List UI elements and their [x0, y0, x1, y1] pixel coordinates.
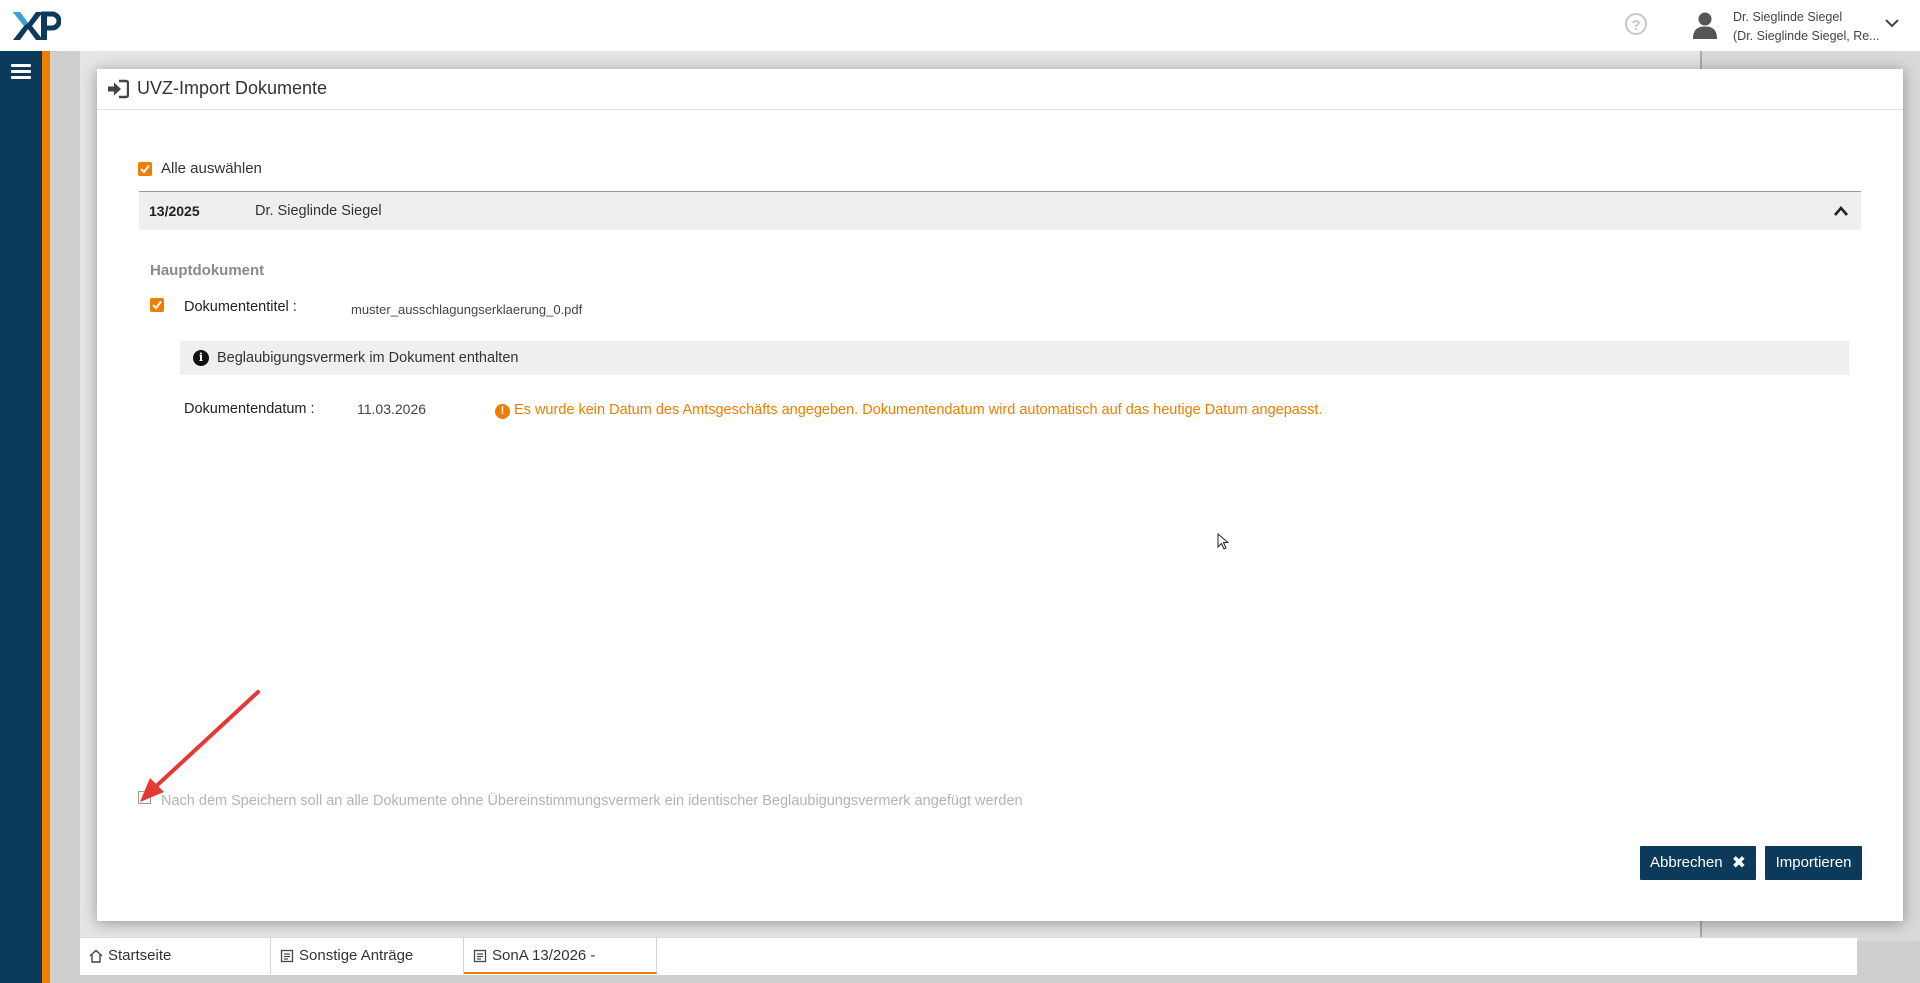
- tab-label: Sonstige Anträge: [299, 947, 414, 964]
- document-date-label: Dokumentendatum :: [184, 401, 315, 417]
- home-icon: [89, 949, 103, 963]
- select-all-checkbox[interactable]: [138, 162, 152, 176]
- document-group-header[interactable]: 13/2025 Dr. Sieglinde Siegel: [139, 191, 1861, 230]
- user-role: (Dr. Sieglinde Siegel, Re...: [1733, 29, 1880, 43]
- tab-label: Startseite: [108, 947, 172, 964]
- cancel-button-label: Abbrechen: [1650, 854, 1723, 871]
- info-notice: i Beglaubigungsvermerk im Dokument entha…: [180, 341, 1849, 375]
- group-name: Dr. Sieglinde Siegel: [255, 203, 382, 219]
- left-nav: [0, 51, 42, 983]
- close-icon: ✖: [1731, 853, 1746, 872]
- footer-checkbox-label: Nach dem Speichern soll an alle Dokument…: [161, 793, 1023, 809]
- warning-text: Es wurde kein Datum des Amtsgeschäfts an…: [514, 402, 1323, 418]
- user-name: Dr. Sieglinde Siegel: [1733, 10, 1843, 24]
- document-icon: [280, 949, 294, 963]
- top-bar: ? Dr. Sieglinde Siegel (Dr. Sieglinde Si…: [0, 0, 1920, 52]
- document-icon: [473, 949, 487, 963]
- check-icon: [140, 164, 150, 174]
- info-text: Beglaubigungsvermerk im Dokument enthalt…: [217, 350, 519, 366]
- tab-sonstige-antraege[interactable]: Sonstige Anträge: [271, 938, 464, 974]
- tab-sona-13-2026[interactable]: SonA 13/2026 -: [464, 938, 657, 974]
- footer-checkbox[interactable]: [138, 791, 151, 804]
- select-all-label[interactable]: Alle auswählen: [161, 160, 262, 177]
- left-nav-accent: [42, 51, 50, 983]
- document-checkbox[interactable]: [150, 298, 164, 312]
- bottom-tab-bar: Startseite Sonstige Anträge SonA 13/2026…: [80, 937, 1857, 975]
- document-title-value: muster_ausschlagungserklaerung_0.pdf: [351, 302, 583, 317]
- user-info[interactable]: Dr. Sieglinde Siegel (Dr. Sieglinde Sieg…: [1733, 8, 1880, 46]
- dialog-title: UVZ-Import Dokumente: [137, 78, 328, 98]
- import-button[interactable]: Importieren: [1765, 846, 1862, 880]
- check-icon: [152, 300, 162, 310]
- info-icon: i: [193, 350, 209, 366]
- dialog-header: UVZ-Import Dokumente: [97, 69, 1903, 110]
- document-date-value: 11.03.2026: [357, 401, 427, 417]
- chevron-down-icon[interactable]: [1884, 17, 1900, 29]
- group-number: 13/2025: [149, 203, 200, 219]
- import-button-label: Importieren: [1775, 854, 1852, 871]
- user-avatar-icon[interactable]: [1692, 11, 1718, 39]
- uvz-import-dialog: UVZ-Import Dokumente Alle auswählen 13/2…: [97, 69, 1903, 921]
- mouse-cursor-icon: [1217, 533, 1229, 550]
- sign-in-icon: [108, 79, 129, 99]
- help-icon[interactable]: ?: [1625, 13, 1647, 35]
- xp-logo[interactable]: [11, 8, 61, 42]
- tab-startseite[interactable]: Startseite: [80, 938, 271, 974]
- tab-label: SonA 13/2026 -: [492, 947, 596, 964]
- section-label-hauptdokument: Hauptdokument: [150, 262, 265, 279]
- chevron-up-icon[interactable]: [1833, 204, 1849, 218]
- warning-icon: !: [495, 404, 510, 419]
- cancel-button[interactable]: Abbrechen ✖: [1640, 846, 1756, 880]
- document-title-label: Dokumententitel :: [184, 299, 297, 315]
- hamburger-menu-icon[interactable]: [11, 64, 31, 80]
